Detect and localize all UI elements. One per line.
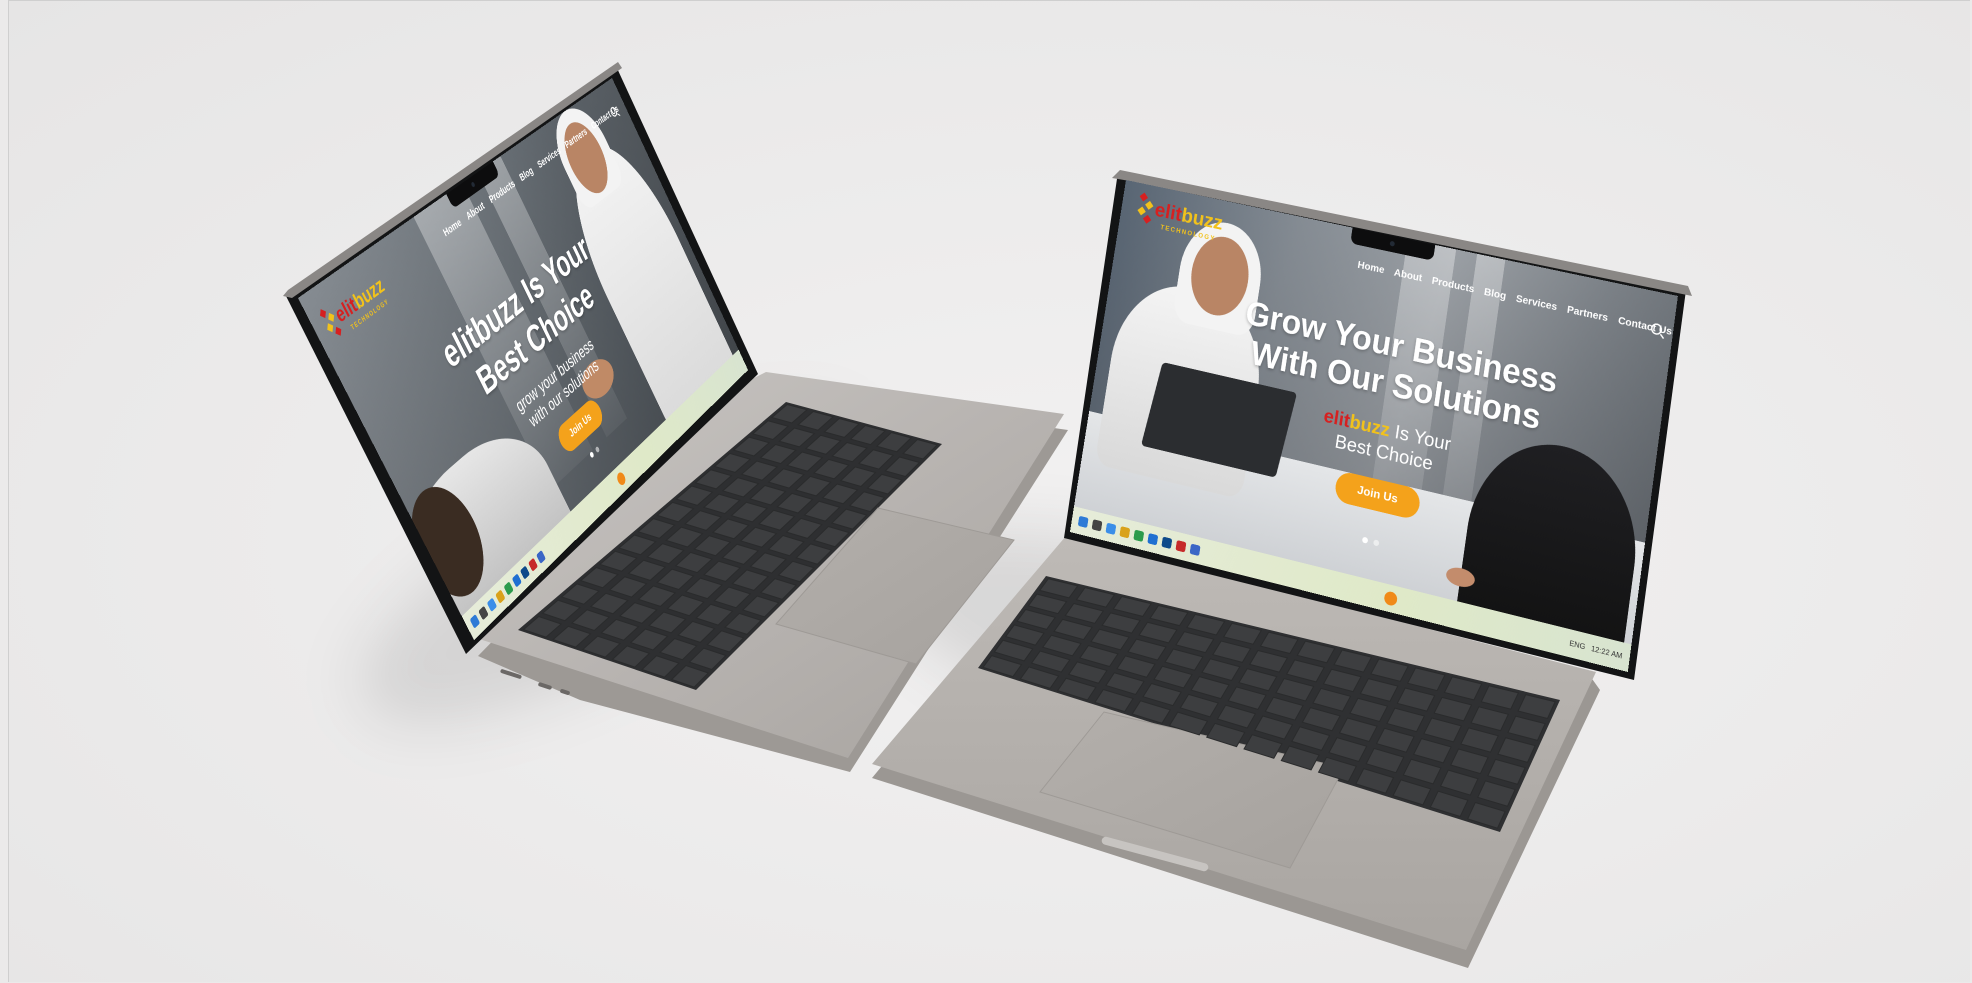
tray-clock[interactable]: 12:22 AM (1591, 644, 1623, 660)
tray-language[interactable]: ENG (1569, 639, 1586, 651)
laptops-illustration (283, 62, 1692, 968)
right-system-tray: ENG 12:22 AM (1569, 639, 1623, 661)
